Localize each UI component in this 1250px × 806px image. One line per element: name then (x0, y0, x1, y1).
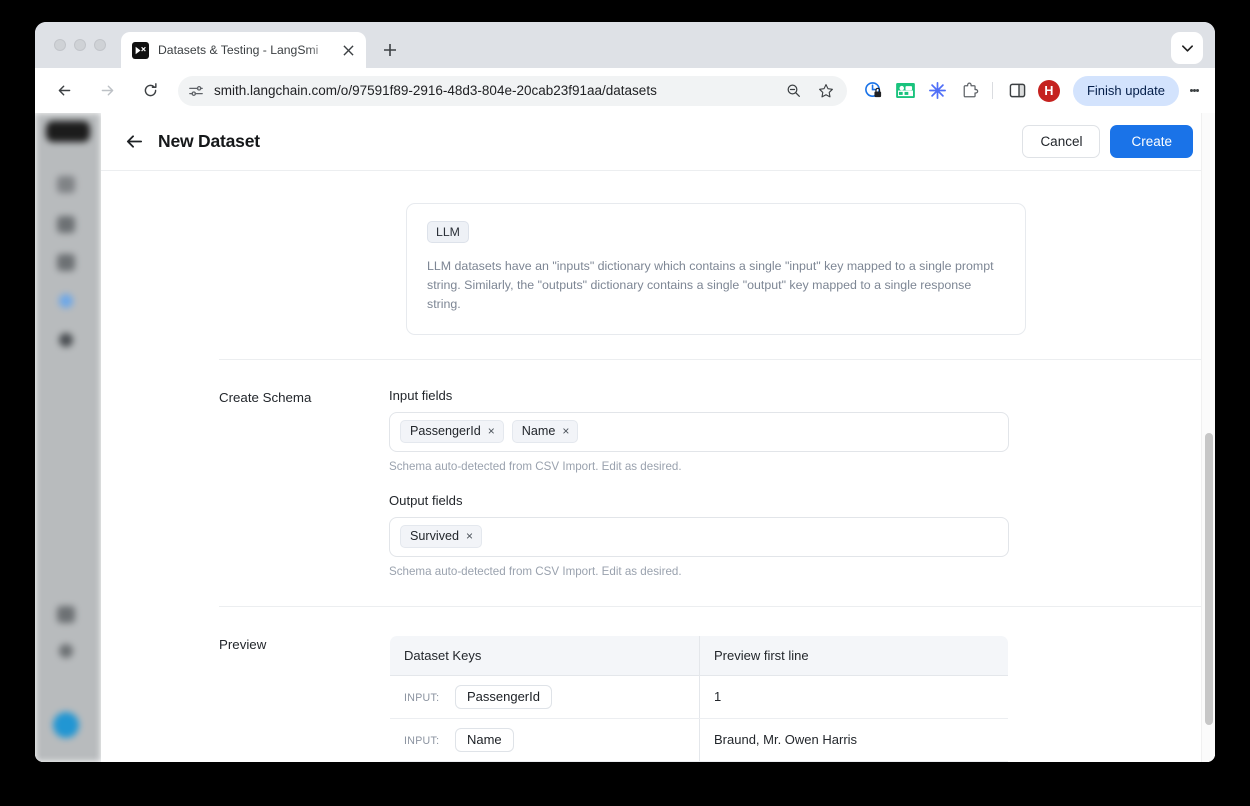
bookmark-star-icon[interactable] (813, 78, 839, 104)
close-tab-icon[interactable] (339, 41, 358, 60)
browser-back-button[interactable] (49, 76, 79, 106)
green-screen-extension-icon[interactable] (894, 79, 918, 103)
input-fields-input[interactable]: PassengerId × Name × (389, 412, 1009, 452)
browser-tab[interactable]: Datasets & Testing - LangSmi (121, 32, 366, 68)
tab-search-button[interactable] (1171, 32, 1203, 64)
output-chip-label: Survived (410, 529, 459, 543)
tab-title: Datasets & Testing - LangSmi (158, 43, 335, 57)
input-fields-hint: Schema auto-detected from CSV Import. Ed… (389, 460, 1009, 473)
page-header: New Dataset Cancel Create (101, 113, 1215, 171)
window-traffic-lights (54, 39, 106, 51)
table-cell-value: 0 (700, 761, 1009, 762)
extension-icons (862, 79, 982, 103)
puzzle-extensions-icon[interactable] (958, 79, 982, 103)
input-chip-passengerid[interactable]: PassengerId × (400, 420, 504, 443)
sidebar-item-datasets[interactable] (59, 294, 73, 308)
io-tag: INPUT: (404, 735, 439, 747)
page-body: LLM LLM datasets have an "inputs" dictio… (101, 203, 1215, 762)
browser-menu-icon[interactable] (1181, 77, 1207, 105)
header-actions: Cancel Create (1022, 125, 1193, 158)
dataset-key-chip: PassengerId (455, 685, 552, 709)
tab-strip: Datasets & Testing - LangSmi (35, 22, 1215, 68)
table-cell-key: OUTPUT: Survived (390, 761, 700, 762)
sidebar-item-1[interactable] (57, 176, 75, 193)
dataset-key-chip: Name (455, 728, 514, 752)
preview-section: Preview Dataset Keys Preview first line (101, 607, 1215, 762)
sidebar-item-2[interactable] (57, 216, 75, 233)
browser-toolbar: smith.langchain.com/o/97591f89-2916-48d3… (35, 68, 1215, 113)
browser-reload-button[interactable] (135, 76, 165, 106)
llm-info-card: LLM LLM datasets have an "inputs" dictio… (406, 203, 1026, 335)
browser-forward-button[interactable] (92, 76, 122, 106)
preview-label: Preview (219, 635, 389, 762)
minimize-window-button[interactable] (74, 39, 86, 51)
url-text[interactable]: smith.langchain.com/o/97591f89-2916-48d3… (214, 83, 781, 98)
table-cell-key: INPUT: PassengerId (390, 675, 700, 718)
sidebar-item-settings[interactable] (57, 606, 75, 623)
table-row: OUTPUT: Survived 0 (390, 761, 1009, 762)
input-chip-label: Name (522, 424, 556, 438)
table-row: INPUT: PassengerId 1 (390, 675, 1009, 718)
user-avatar[interactable] (53, 712, 79, 738)
input-chip-name[interactable]: Name × (512, 420, 579, 443)
table-row: INPUT: Name Braund, Mr. Owen Harris (390, 718, 1009, 761)
maximize-window-button[interactable] (94, 39, 106, 51)
create-button[interactable]: Create (1110, 125, 1193, 158)
output-fields-label: Output fields (389, 493, 1009, 508)
create-schema-label: Create Schema (219, 388, 389, 578)
table-header-row: Dataset Keys Preview first line (390, 635, 1009, 675)
zoom-out-icon[interactable] (781, 78, 807, 104)
snowflake-extension-icon[interactable] (926, 79, 950, 103)
io-tag: INPUT: (404, 692, 439, 704)
new-tab-button[interactable] (376, 36, 404, 64)
finish-update-button[interactable]: Finish update (1073, 76, 1179, 106)
remove-chip-icon[interactable]: × (488, 425, 495, 437)
column-dataset-keys: Dataset Keys (390, 635, 700, 675)
close-window-button[interactable] (54, 39, 66, 51)
output-fields-hint: Schema auto-detected from CSV Import. Ed… (389, 565, 1009, 578)
create-schema-section: Create Schema Input fields PassengerId ×… (101, 360, 1215, 578)
remove-chip-icon[interactable]: × (466, 530, 473, 542)
toolbar-divider (992, 82, 993, 99)
scrollbar-thumb[interactable] (1205, 433, 1213, 725)
time-lock-extension-icon[interactable] (862, 79, 886, 103)
omnibox[interactable]: smith.langchain.com/o/97591f89-2916-48d3… (178, 76, 847, 106)
app-sidebar[interactable] (35, 113, 101, 762)
table-cell-value: Braund, Mr. Owen Harris (700, 718, 1009, 761)
langsmith-favicon (132, 42, 149, 59)
input-chip-label: PassengerId (410, 424, 481, 438)
table-cell-key: INPUT: Name (390, 718, 700, 761)
sidebar-item-5[interactable] (59, 333, 73, 347)
page-scrollbar[interactable] (1201, 113, 1215, 762)
browser-window: Datasets & Testing - LangSmi (35, 22, 1215, 762)
input-fields-label: Input fields (389, 388, 1009, 403)
page-content-scroll: New Dataset Cancel Create LLM LLM datase… (101, 113, 1215, 762)
column-preview-first-line: Preview first line (700, 635, 1009, 675)
cancel-button[interactable]: Cancel (1022, 125, 1100, 158)
sidebar-item-3[interactable] (57, 254, 75, 271)
site-settings-icon[interactable] (188, 83, 204, 99)
preview-table: Dataset Keys Preview first line INPUT: P… (389, 635, 1009, 762)
table-cell-value: 1 (700, 675, 1009, 718)
llm-description: LLM datasets have an "inputs" dictionary… (427, 257, 1005, 315)
sidebar-item-help[interactable] (59, 644, 73, 658)
output-chip-survived[interactable]: Survived × (400, 525, 482, 548)
output-fields-input[interactable]: Survived × (389, 517, 1009, 557)
page-viewport: New Dataset Cancel Create LLM LLM datase… (35, 113, 1215, 762)
page-back-icon[interactable] (121, 129, 147, 155)
side-panel-icon[interactable] (1003, 76, 1033, 106)
langsmith-logo[interactable] (46, 121, 90, 142)
page-title: New Dataset (158, 131, 260, 152)
llm-badge: LLM (427, 221, 469, 243)
remove-chip-icon[interactable]: × (562, 425, 569, 437)
profile-avatar[interactable]: H (1038, 80, 1060, 102)
